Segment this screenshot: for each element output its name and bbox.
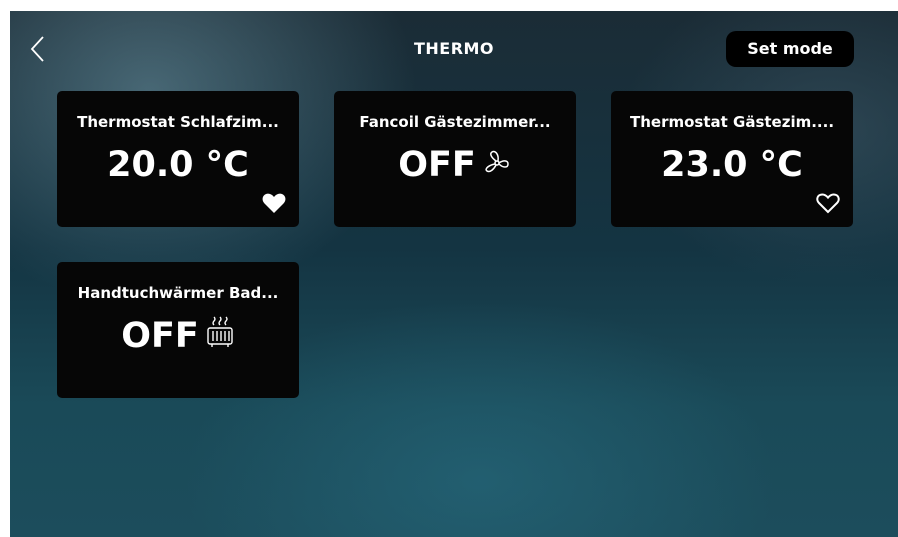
heart-filled-icon[interactable]	[261, 191, 287, 215]
heart-outline-icon[interactable]	[815, 191, 841, 215]
tile-value: 23.0 °C	[661, 145, 803, 185]
radiator-icon	[207, 316, 233, 347]
tile-value: OFF	[398, 145, 476, 185]
tile-name: Thermostat Schlafzim...	[77, 113, 279, 131]
tile-fancoil-gaestezimmer[interactable]: Fancoil Gästezimmer... OFF	[334, 91, 576, 227]
tile-thermostat-schlafzimmer[interactable]: Thermostat Schlafzim... 20.0 °C	[57, 91, 299, 227]
tile-value-row: OFF	[334, 143, 576, 187]
tile-value: OFF	[121, 316, 199, 356]
screen: THERMO Set mode Thermostat Schlafzim... …	[10, 11, 898, 537]
tile-handtuchwaermer-bad[interactable]: Handtuchwärmer Bad... OFF	[57, 262, 299, 398]
tile-name: Thermostat Gästezim....	[629, 113, 835, 131]
tile-thermostat-gaestezimmer[interactable]: Thermostat Gästezim.... 23.0 °C	[611, 91, 853, 227]
tile-value: 20.0 °C	[107, 145, 249, 185]
tile-name: Fancoil Gästezimmer...	[359, 113, 551, 131]
fan-icon	[485, 150, 509, 173]
set-mode-button[interactable]: Set mode	[726, 31, 854, 67]
tile-value-row: OFF	[57, 314, 299, 358]
tile-name: Handtuchwärmer Bad...	[77, 284, 279, 302]
